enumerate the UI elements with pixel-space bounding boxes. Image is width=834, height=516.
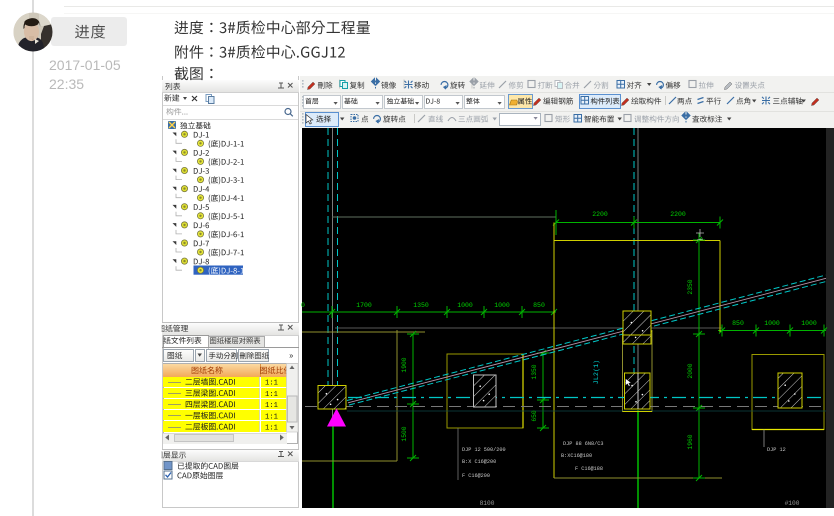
svg-text:1000: 1000 xyxy=(801,320,817,327)
svg-text:1:1: 1:1 xyxy=(265,380,278,388)
svg-text:2000: 2000 xyxy=(687,363,694,378)
svg-text:1500: 1500 xyxy=(401,426,408,441)
svg-text:#100: #100 xyxy=(785,500,800,507)
svg-text:1:1: 1:1 xyxy=(265,413,278,421)
svg-text:1700: 1700 xyxy=(356,302,372,309)
svg-text:1960: 1960 xyxy=(687,434,694,449)
svg-text:B:X C16@200: B:X C16@200 xyxy=(462,459,496,465)
svg-text:1:1: 1:1 xyxy=(265,391,278,399)
svg-text:DJP 88 6N8/C3: DJP 88 6N8/C3 xyxy=(563,441,603,447)
svg-text:1000: 1000 xyxy=(494,302,510,309)
svg-text:850: 850 xyxy=(533,302,545,309)
svg-text:DJP 12 500/200: DJP 12 500/200 xyxy=(462,447,506,453)
svg-text:1350: 1350 xyxy=(413,302,429,309)
svg-text:1350: 1350 xyxy=(531,364,538,379)
svg-text:0: 0 xyxy=(301,302,305,309)
svg-text:650: 650 xyxy=(531,410,538,422)
svg-text:1:1: 1:1 xyxy=(265,402,278,410)
svg-text:8100: 8100 xyxy=(480,500,495,507)
svg-text:JL2(1): JL2(1) xyxy=(593,360,601,384)
svg-text:1:1: 1:1 xyxy=(265,425,278,433)
svg-text:F C16@188: F C16@188 xyxy=(575,466,603,472)
svg-text:F C16@200: F C16@200 xyxy=(462,473,490,479)
svg-text:2200: 2200 xyxy=(670,211,686,218)
svg-text:DJP 12: DJP 12 xyxy=(767,447,786,453)
svg-text:1900: 1900 xyxy=(401,357,408,372)
svg-text:1000: 1000 xyxy=(457,302,473,309)
svg-text:850: 850 xyxy=(732,320,744,327)
svg-text:2200: 2200 xyxy=(592,211,608,218)
svg-text:B:XC16@180: B:XC16@180 xyxy=(561,453,592,459)
svg-text:2350: 2350 xyxy=(687,279,694,294)
svg-text:1000: 1000 xyxy=(764,320,780,327)
